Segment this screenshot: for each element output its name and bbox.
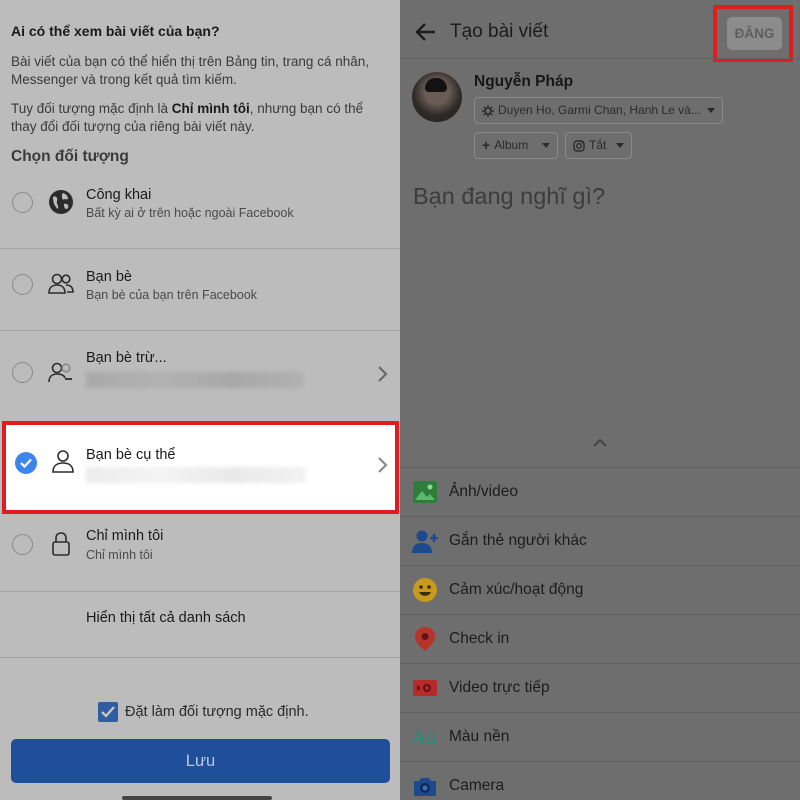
home-indicator bbox=[122, 796, 272, 800]
back-arrow-icon[interactable] bbox=[414, 20, 438, 44]
divider bbox=[400, 58, 800, 59]
audience-selector-button[interactable]: Duyen Ho, Garmi Chan, Hanh Le và... bbox=[474, 97, 723, 124]
check-icon bbox=[101, 706, 115, 718]
radio-button-checked[interactable] bbox=[15, 452, 37, 474]
divider bbox=[0, 248, 400, 249]
audience-question: Ai có thể xem bài viết của bạn? bbox=[11, 23, 220, 39]
blurred-names bbox=[86, 467, 306, 483]
camera-icon bbox=[414, 778, 436, 796]
default-audience-label: Đặt làm đối tượng mặc định. bbox=[125, 704, 309, 720]
action-label: Camera bbox=[449, 777, 505, 794]
action-check-in[interactable]: Check in bbox=[400, 615, 800, 664]
background-color-icon: Aa bbox=[412, 726, 438, 748]
audience-option-public[interactable]: Công khai Bất kỳ ai ở trên hoặc ngoài Fa… bbox=[0, 176, 400, 246]
option-title: Công khai bbox=[86, 187, 152, 203]
instagram-pill-label: Tắt bbox=[589, 138, 607, 152]
audience-option-friends-except[interactable]: Bạn bè trừ... bbox=[0, 342, 400, 412]
audience-pill-label: Duyen Ho, Garmi Chan, Hanh Le và... bbox=[498, 103, 701, 117]
friends-icon bbox=[48, 273, 74, 294]
caret-down-icon bbox=[542, 143, 550, 148]
option-subtitle: Chỉ mình tôi bbox=[86, 548, 153, 562]
action-camera[interactable]: Camera bbox=[400, 762, 800, 800]
audience-description: Bài viết của bạn có thể hiển thị trên Bả… bbox=[11, 54, 369, 87]
album-pill-label: Album bbox=[494, 138, 529, 152]
instagram-icon bbox=[573, 140, 585, 152]
photo-icon bbox=[413, 481, 437, 503]
divider bbox=[0, 591, 400, 592]
option-subtitle: Bất kỳ ai ở trên hoặc ngoài Facebook bbox=[86, 206, 294, 220]
album-selector-button[interactable]: + Album bbox=[474, 132, 558, 159]
action-label: Gắn thẻ người khác bbox=[449, 532, 587, 549]
option-title: Chỉ mình tôi bbox=[86, 528, 164, 544]
show-all-lists-link[interactable]: Hiển thị tất cả danh sách bbox=[86, 610, 246, 626]
friends-except-icon bbox=[48, 362, 72, 383]
tag-people-icon bbox=[412, 530, 438, 553]
globe-icon bbox=[49, 190, 73, 214]
plus-icon: + bbox=[482, 137, 491, 154]
audience-option-specific-friends[interactable]: Bạn bè cụ thể bbox=[2, 421, 399, 514]
lock-icon bbox=[52, 532, 70, 556]
option-title: Bạn bè cụ thể bbox=[86, 447, 176, 463]
divider bbox=[0, 657, 400, 658]
page-title: Tạo bài viết bbox=[450, 21, 549, 42]
chevron-up-icon[interactable] bbox=[592, 437, 608, 449]
action-tag-people[interactable]: Gắn thẻ người khác bbox=[400, 517, 800, 566]
chevron-right-icon bbox=[378, 457, 388, 473]
post-button-highlight: ĐĂNG bbox=[713, 5, 793, 62]
radio-button[interactable] bbox=[12, 362, 33, 383]
user-name: Nguyễn Pháp bbox=[474, 73, 574, 90]
radio-button[interactable] bbox=[12, 192, 33, 213]
default-audience-note: Tuy đối tượng mặc định là Chỉ mình tôi, … bbox=[11, 100, 391, 136]
action-label: Ảnh/video bbox=[449, 483, 518, 500]
option-title: Bạn bè bbox=[86, 269, 132, 285]
choose-audience-heading: Chọn đối tượng bbox=[11, 148, 129, 165]
instagram-toggle-button[interactable]: Tắt bbox=[565, 132, 632, 159]
blurred-names bbox=[86, 372, 304, 388]
person-icon bbox=[52, 450, 74, 473]
note-text-start: Tuy đối tượng mặc định là bbox=[11, 101, 172, 116]
divider bbox=[0, 330, 400, 331]
radio-button[interactable] bbox=[12, 274, 33, 295]
save-button[interactable]: Lưu bbox=[11, 739, 390, 783]
audience-selector-panel: Ai có thể xem bài viết của bạn? Bài viết… bbox=[0, 0, 400, 800]
note-text-bold: Chỉ mình tôi bbox=[171, 101, 250, 116]
create-post-panel: Tạo bài viết ĐĂNG Nguyễn Pháp Duyen Ho, … bbox=[400, 0, 800, 800]
action-label: Video trực tiếp bbox=[449, 679, 550, 696]
live-video-icon bbox=[413, 680, 437, 696]
caret-down-icon bbox=[707, 108, 715, 113]
action-label: Check in bbox=[449, 630, 510, 647]
caret-down-icon bbox=[616, 143, 624, 148]
location-pin-icon bbox=[415, 627, 435, 651]
action-feeling-activity[interactable]: Cảm xúc/hoạt động bbox=[400, 566, 800, 615]
check-icon bbox=[20, 458, 32, 469]
audience-option-friends[interactable]: Bạn bè Bạn bè của bạn trên Facebook bbox=[0, 258, 400, 328]
action-background-color[interactable]: Aa Màu nền bbox=[400, 713, 800, 762]
action-photo-video[interactable]: Ảnh/video bbox=[400, 468, 800, 517]
option-title: Bạn bè trừ... bbox=[86, 350, 167, 366]
chevron-right-icon bbox=[378, 366, 388, 382]
post-text-input[interactable]: Bạn đang nghĩ gì? bbox=[413, 183, 605, 210]
audience-option-only-me[interactable]: Chỉ mình tôi Chỉ mình tôi bbox=[0, 518, 400, 588]
action-label: Màu nền bbox=[449, 728, 510, 745]
action-label: Cảm xúc/hoạt động bbox=[449, 581, 584, 598]
emoji-icon bbox=[413, 578, 437, 602]
option-subtitle: Bạn bè của bạn trên Facebook bbox=[86, 288, 257, 302]
gear-icon bbox=[482, 104, 494, 117]
radio-button[interactable] bbox=[12, 534, 33, 555]
default-audience-checkbox[interactable] bbox=[98, 702, 118, 722]
avatar[interactable] bbox=[412, 72, 462, 122]
post-button[interactable]: ĐĂNG bbox=[727, 17, 782, 50]
action-live-video[interactable]: Video trực tiếp bbox=[400, 664, 800, 713]
